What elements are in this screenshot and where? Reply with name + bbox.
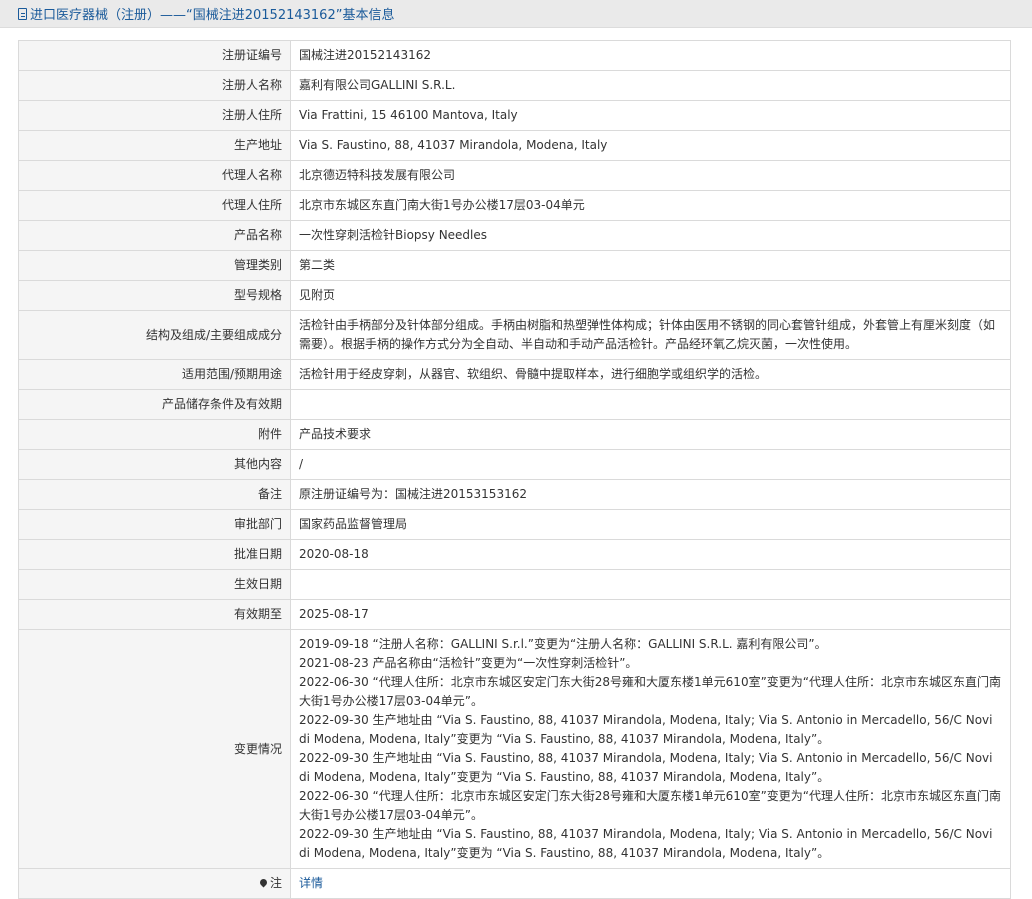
page-title: 进口医疗器械（注册）——“国械注进20152143162”基本信息: [30, 8, 395, 23]
row-value: 活检针由手柄部分及针体部分组成。手柄由树脂和热塑弹性体构成；针体由医用不锈钢的同…: [290, 310, 1011, 360]
row-value: 2020-08-18: [290, 539, 1011, 570]
document-icon: [18, 7, 27, 20]
change-item: 2022-09-30 生产地址由 “Via S. Faustino, 88, 4…: [299, 827, 993, 860]
note-value-cell: 详情: [290, 868, 1011, 899]
table-row: 注册证编号 国械注进20152143162: [18, 40, 1011, 71]
row-value: 产品技术要求: [290, 419, 1011, 450]
table-row: 产品储存条件及有效期: [18, 389, 1011, 420]
table-row: 注册人住所 Via Frattini, 15 46100 Mantova, It…: [18, 100, 1011, 131]
row-label: 审批部门: [18, 509, 291, 540]
row-label: 注册人住所: [18, 100, 291, 131]
table-row: 附件 产品技术要求: [18, 419, 1011, 450]
note-label-cell: 注: [18, 868, 291, 899]
table-row: 结构及组成/主要组成成分 活检针由手柄部分及针体部分组成。手柄由树脂和热塑弹性体…: [18, 310, 1011, 360]
info-panel: 注册证编号 国械注进20152143162 注册人名称 嘉利有限公司GALLIN…: [18, 40, 1011, 899]
table-row: 型号规格 见附页: [18, 280, 1011, 311]
change-item: 2021-08-23 产品名称由“活检针”变更为“一次性穿刺活检针”。: [299, 656, 638, 670]
table-row: 有效期至 2025-08-17: [18, 599, 1011, 630]
row-label: 生效日期: [18, 569, 291, 600]
table-row: 代理人名称 北京德迈特科技发展有限公司: [18, 160, 1011, 191]
row-label: 适用范围/预期用途: [18, 359, 291, 390]
row-value: 第二类: [290, 250, 1011, 281]
row-label: 管理类别: [18, 250, 291, 281]
row-value: 2025-08-17: [290, 599, 1011, 630]
table-row: 产品名称 一次性穿刺活检针Biopsy Needles: [18, 220, 1011, 251]
table-row: 其他内容 /: [18, 449, 1011, 480]
row-label: 有效期至: [18, 599, 291, 630]
row-value: 原注册证编号为：国械注进20153153162: [290, 479, 1011, 510]
change-item: 2022-06-30 “代理人住所：北京市东城区安定门东大街28号雍和大厦东楼1…: [299, 789, 1002, 822]
row-label: 附件: [18, 419, 291, 450]
row-label: 结构及组成/主要组成成分: [18, 310, 291, 360]
table-row: 管理类别 第二类: [18, 250, 1011, 281]
table-row: 代理人住所 北京市东城区东直门南大街1号办公楼17层03-04单元: [18, 190, 1011, 221]
row-value: 活检针用于经皮穿刺，从器官、软组织、骨髓中提取样本，进行细胞学或组织学的活检。: [290, 359, 1011, 390]
note-row: 注 详情: [18, 868, 1011, 899]
table-row: 审批部门 国家药品监督管理局: [18, 509, 1011, 540]
row-label: 代理人名称: [18, 160, 291, 191]
pin-icon: [258, 877, 269, 888]
row-value: 见附页: [290, 280, 1011, 311]
change-history-list: 2019-09-18 “注册人名称：GALLINI S.r.l.”变更为“注册人…: [290, 629, 1011, 869]
row-value: 嘉利有限公司GALLINI S.R.L.: [290, 70, 1011, 101]
row-value: [290, 569, 1011, 600]
change-item: 2019-09-18 “注册人名称：GALLINI S.r.l.”变更为“注册人…: [299, 637, 827, 651]
table-row: 生效日期: [18, 569, 1011, 600]
row-value: 北京德迈特科技发展有限公司: [290, 160, 1011, 191]
row-value: Via S. Faustino, 88, 41037 Mirandola, Mo…: [290, 130, 1011, 161]
change-item: 2022-06-30 “代理人住所：北京市东城区安定门东大街28号雍和大厦东楼1…: [299, 675, 1002, 708]
change-history-row: 变更情况 2019-09-18 “注册人名称：GALLINI S.r.l.”变更…: [18, 629, 1011, 869]
table-row: 备注 原注册证编号为：国械注进20153153162: [18, 479, 1011, 510]
row-label: 备注: [18, 479, 291, 510]
row-label: 生产地址: [18, 130, 291, 161]
row-value: 北京市东城区东直门南大街1号办公楼17层03-04单元: [290, 190, 1011, 221]
row-value: 国家药品监督管理局: [290, 509, 1011, 540]
row-value: [290, 389, 1011, 420]
change-item: 2022-09-30 生产地址由 “Via S. Faustino, 88, 4…: [299, 751, 993, 784]
change-item: 2022-09-30 生产地址由 “Via S. Faustino, 88, 4…: [299, 713, 993, 746]
row-label: 产品储存条件及有效期: [18, 389, 291, 420]
change-history-label: 变更情况: [18, 629, 291, 869]
info-table: 注册证编号 国械注进20152143162 注册人名称 嘉利有限公司GALLIN…: [18, 40, 1011, 899]
row-value: 一次性穿刺活检针Biopsy Needles: [290, 220, 1011, 251]
row-label: 注册证编号: [18, 40, 291, 71]
table-row: 批准日期 2020-08-18: [18, 539, 1011, 570]
row-label: 型号规格: [18, 280, 291, 311]
row-label: 注册人名称: [18, 70, 291, 101]
page-header: 进口医疗器械（注册）——“国械注进20152143162”基本信息: [0, 0, 1032, 28]
row-label: 批准日期: [18, 539, 291, 570]
row-label: 代理人住所: [18, 190, 291, 221]
row-value: Via Frattini, 15 46100 Mantova, Italy: [290, 100, 1011, 131]
row-label: 产品名称: [18, 220, 291, 251]
table-row: 生产地址 Via S. Faustino, 88, 41037 Mirandol…: [18, 130, 1011, 161]
row-value: /: [290, 449, 1011, 480]
row-label: 其他内容: [18, 449, 291, 480]
row-value: 国械注进20152143162: [290, 40, 1011, 71]
table-row: 注册人名称 嘉利有限公司GALLINI S.R.L.: [18, 70, 1011, 101]
table-row: 适用范围/预期用途 活检针用于经皮穿刺，从器官、软组织、骨髓中提取样本，进行细胞…: [18, 359, 1011, 390]
